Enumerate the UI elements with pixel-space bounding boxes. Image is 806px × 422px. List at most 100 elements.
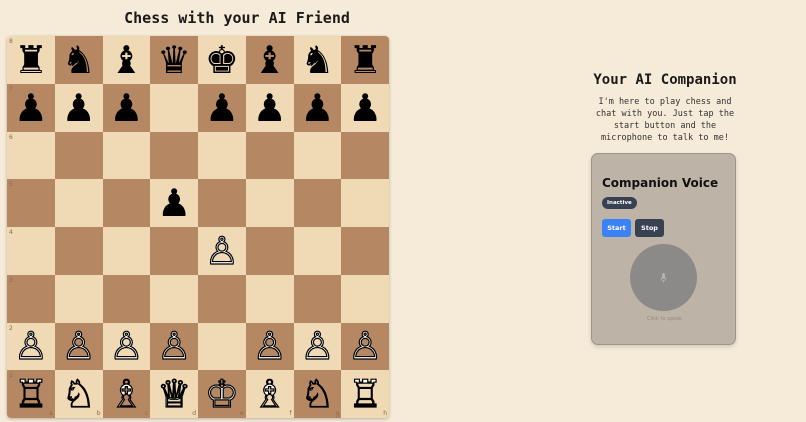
white-piece-icon[interactable]: ♙ [156,327,191,366]
square-a7[interactable]: 7 ♟ [7,83,55,132]
square-b5[interactable] [54,179,103,227]
white-piece-icon[interactable]: ♙ [347,327,382,366]
square-h4[interactable] [341,227,389,275]
black-piece-icon[interactable]: ♞ [62,41,96,79]
square-g8[interactable]: ♞ [293,36,342,84]
white-piece-icon[interactable]: ♗ [109,375,144,414]
chess-board[interactable]: 8 ♜ ♞ ♝ ♛ ♚ ♝ ♞ ♜ 7 ♟ ♟ ♟ ♟ ♟ ♟ ♟ 6 5 ♟ 4 ♙ 3 2 ♙ ♙ ♙ ♙ ♙ ♙ ♙ 1 a ♖ b ♘ c ♗ d ♕… [7,36,389,418]
square-b2[interactable]: ♙ [54,322,103,371]
white-piece-icon[interactable]: ♙ [300,327,335,366]
black-piece-icon[interactable]: ♟ [205,89,239,127]
black-piece-icon[interactable]: ♚ [205,41,239,79]
square-e7[interactable]: ♟ [198,83,246,132]
square-b3[interactable] [54,274,103,323]
square-h7[interactable]: ♟ [341,83,389,132]
square-h1[interactable]: h ♖ [341,370,389,418]
square-d4[interactable] [150,227,198,275]
square-f2[interactable]: ♙ [245,322,294,371]
white-piece-icon[interactable]: ♙ [61,327,96,366]
black-piece-icon[interactable]: ♟ [62,89,96,127]
square-e1[interactable]: e ♔ [198,370,246,418]
square-c3[interactable] [102,274,151,323]
square-d6[interactable] [150,131,198,180]
square-b4[interactable] [54,227,103,275]
square-e8[interactable]: ♚ [198,36,246,84]
square-a5[interactable]: 5 [7,179,55,227]
black-piece-icon[interactable]: ♟ [348,89,382,127]
square-e2[interactable] [198,322,246,371]
square-h5[interactable] [341,179,389,227]
square-g4[interactable] [293,227,342,275]
square-e4[interactable]: ♙ [198,227,246,275]
square-a4[interactable]: 4 [7,227,55,275]
white-piece-icon[interactable]: ♙ [204,231,239,270]
square-f8[interactable]: ♝ [245,36,294,84]
square-d3[interactable] [150,274,198,323]
square-a3[interactable]: 3 [7,274,55,323]
square-c1[interactable]: c ♗ [102,370,151,418]
square-c8[interactable]: ♝ [102,36,151,84]
square-b8[interactable]: ♞ [54,36,103,84]
square-h2[interactable]: ♙ [341,322,389,371]
square-f4[interactable] [245,227,294,275]
stop-button[interactable]: Stop [635,219,664,237]
square-a6[interactable]: 6 [7,131,55,180]
square-g7[interactable]: ♟ [293,83,342,132]
microphone-button[interactable] [630,244,697,311]
square-e3[interactable] [198,274,246,323]
square-a8[interactable]: 8 ♜ [7,36,55,84]
square-d5[interactable]: ♟ [150,179,198,227]
square-c5[interactable] [102,179,151,227]
square-a1[interactable]: 1 a ♖ [7,370,55,418]
white-piece-icon[interactable]: ♖ [13,375,48,414]
black-piece-icon[interactable]: ♜ [348,41,382,79]
white-piece-icon[interactable]: ♘ [61,375,96,414]
square-f1[interactable]: f ♗ [245,370,294,418]
black-piece-icon[interactable]: ♞ [300,41,334,79]
white-piece-icon[interactable]: ♖ [347,375,382,414]
square-c6[interactable] [102,131,151,180]
white-piece-icon[interactable]: ♙ [109,327,144,366]
white-piece-icon[interactable]: ♗ [252,375,287,414]
start-button[interactable]: Start [602,219,631,237]
white-piece-icon[interactable]: ♙ [252,327,287,366]
square-e6[interactable] [198,131,246,180]
square-e5[interactable] [198,179,246,227]
black-piece-icon[interactable]: ♛ [157,41,191,79]
square-g1[interactable]: g ♘ [293,370,342,418]
square-f3[interactable] [245,274,294,323]
square-b7[interactable]: ♟ [54,83,103,132]
black-piece-icon[interactable]: ♝ [253,41,287,79]
square-d2[interactable]: ♙ [150,322,198,371]
square-b6[interactable] [54,131,103,180]
square-f6[interactable] [245,131,294,180]
black-piece-icon[interactable]: ♟ [300,89,334,127]
square-d1[interactable]: d ♕ [150,370,198,418]
black-piece-icon[interactable]: ♝ [109,41,143,79]
square-c4[interactable] [102,227,151,275]
square-c2[interactable]: ♙ [102,322,151,371]
white-piece-icon[interactable]: ♙ [13,327,48,366]
square-g5[interactable] [293,179,342,227]
square-c7[interactable]: ♟ [102,83,151,132]
square-h8[interactable]: ♜ [341,36,389,84]
black-piece-icon[interactable]: ♟ [253,89,287,127]
square-g3[interactable] [293,274,342,323]
black-piece-icon[interactable]: ♟ [157,184,191,222]
black-piece-icon[interactable]: ♟ [14,89,48,127]
square-a2[interactable]: 2 ♙ [7,322,55,371]
square-b1[interactable]: b ♘ [54,370,103,418]
black-piece-icon[interactable]: ♜ [14,41,48,79]
square-g6[interactable] [293,131,342,180]
square-g2[interactable]: ♙ [293,322,342,371]
square-h3[interactable] [341,274,389,323]
black-piece-icon[interactable]: ♟ [109,89,143,127]
white-piece-icon[interactable]: ♕ [156,375,191,414]
white-piece-icon[interactable]: ♔ [204,375,239,414]
square-d7[interactable] [150,83,198,132]
white-piece-icon[interactable]: ♘ [300,375,335,414]
square-d8[interactable]: ♛ [150,36,198,84]
square-h6[interactable] [341,131,389,180]
square-f7[interactable]: ♟ [245,83,294,132]
square-f5[interactable] [245,179,294,227]
